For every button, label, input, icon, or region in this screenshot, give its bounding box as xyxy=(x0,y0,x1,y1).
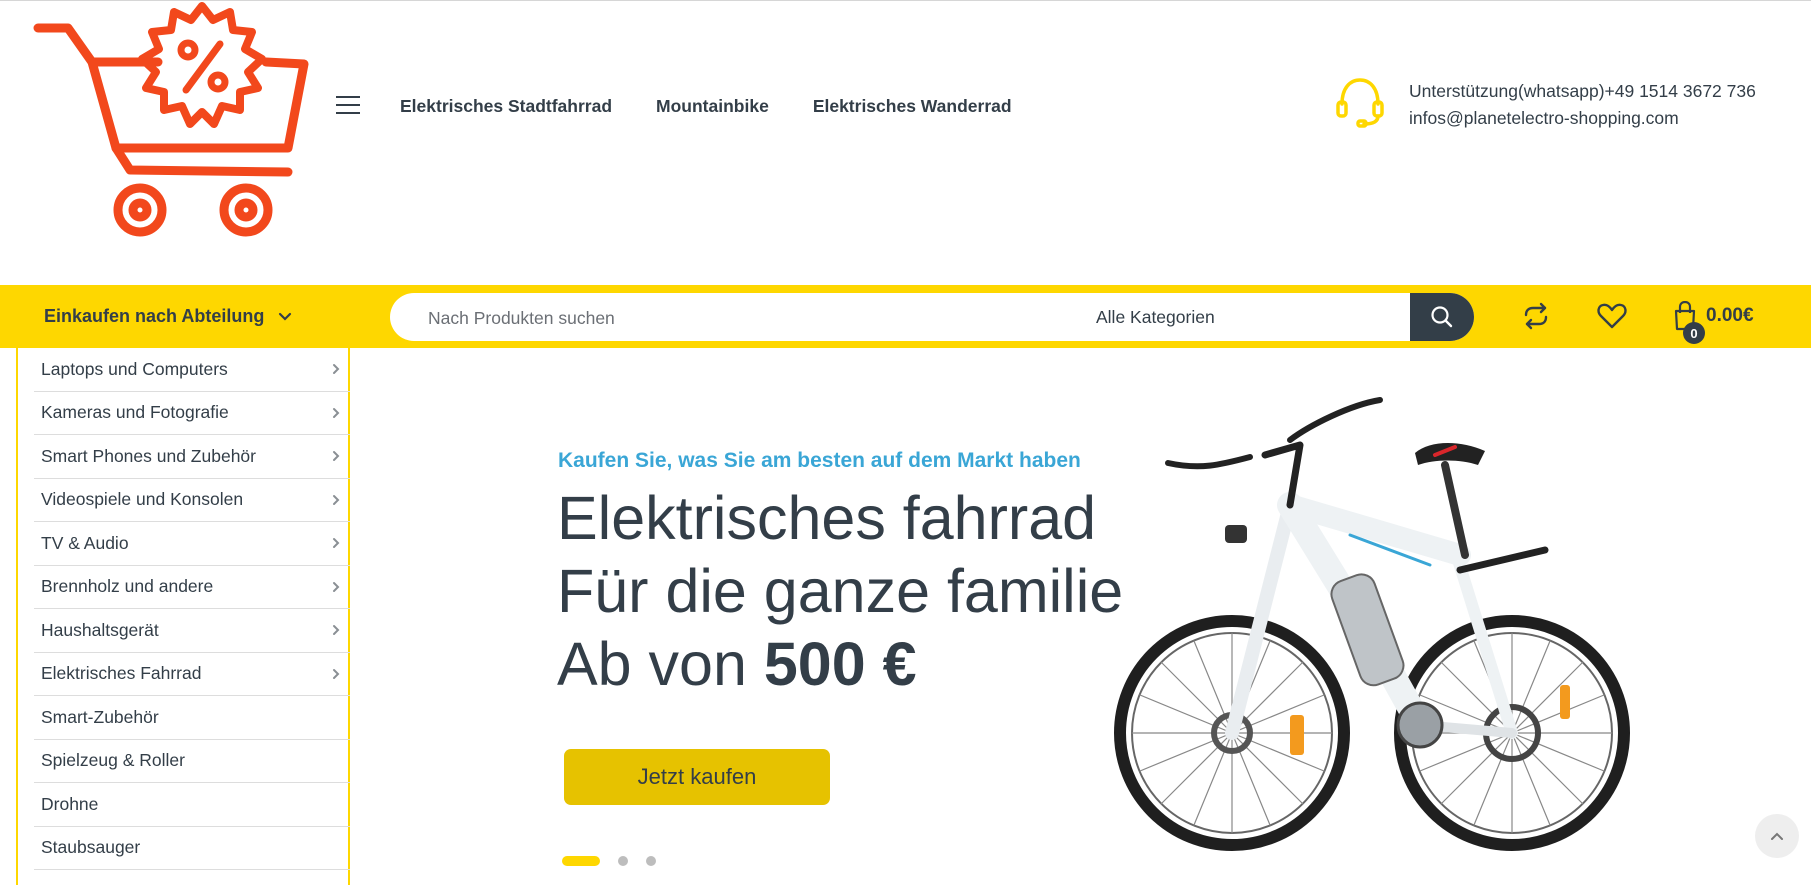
department-dropdown[interactable]: Einkaufen nach Abteilung xyxy=(44,285,292,348)
hero-price-prefix: Ab von xyxy=(557,630,747,698)
chevron-right-icon xyxy=(333,538,340,549)
slider-dot[interactable] xyxy=(646,856,656,866)
support-phone[interactable]: Unterstützung(whatsapp)+49 1514 3672 736 xyxy=(1409,78,1756,105)
sidebar-item[interactable]: Videospiele und Konsolen xyxy=(34,479,350,522)
sidebar-item[interactable]: Elektrisches Fahrrad xyxy=(34,653,350,696)
sidebar-item[interactable]: Drohne xyxy=(34,783,350,827)
sidebar-item-label: Elektrisches Fahrrad xyxy=(41,663,202,684)
chevron-right-icon xyxy=(333,581,340,592)
category-list: Laptops und Computers Kameras und Fotogra… xyxy=(34,348,350,870)
search-bar-row: Einkaufen nach Abteilung Alle Kategorien xyxy=(0,285,1811,348)
category-selected: Alle Kategorien xyxy=(1096,306,1215,327)
chevron-right-icon xyxy=(333,668,340,679)
chevron-right-icon xyxy=(333,364,340,375)
scroll-to-top-button[interactable] xyxy=(1755,814,1799,858)
sidebar-item[interactable]: Staubsauger xyxy=(34,827,350,870)
electric-bike-image xyxy=(1114,397,1630,851)
sidebar-item-label: Laptops und Computers xyxy=(41,358,228,379)
support-contact: Unterstützung(whatsapp)+49 1514 3672 736… xyxy=(1409,78,1756,132)
compare-icon[interactable] xyxy=(1522,302,1550,330)
cart-total[interactable]: 0.00€ xyxy=(1706,305,1754,327)
shopping-cart-percent-logo[interactable] xyxy=(30,0,310,245)
department-label: Einkaufen nach Abteilung xyxy=(44,306,265,326)
hero-title-line2: Für die ganze familie xyxy=(557,557,1124,625)
sidebar-item-label: TV & Audio xyxy=(41,532,129,553)
hero-title-line1: Elektrisches fahrrad xyxy=(557,484,1097,552)
sidebar-item-label: Kameras und Fotografie xyxy=(41,402,229,423)
sidebar-item-label: Smart Phones und Zubehör xyxy=(41,445,256,466)
hero-subtitle: Kaufen Sie, was Sie am besten auf dem Ma… xyxy=(558,449,1081,472)
sidebar-item-label: Brennholz und andere xyxy=(41,576,214,597)
search-input[interactable] xyxy=(426,293,1030,343)
nav-link-stadtfahrrad[interactable]: Elektrisches Stadtfahrrad xyxy=(400,96,612,117)
slider-dot[interactable] xyxy=(562,856,600,866)
sidebar-item-label: Spielzeug & Roller xyxy=(41,750,185,771)
nav-link-mountainbike[interactable]: Mountainbike xyxy=(656,96,769,117)
shop-now-button[interactable]: Jetzt kaufen xyxy=(564,749,830,805)
hero-price: 500 € xyxy=(763,630,917,698)
sidebar-item-label: Staubsauger xyxy=(41,837,141,858)
support-email[interactable]: infos@planetelectro-shopping.com xyxy=(1409,105,1756,132)
chevron-right-icon xyxy=(333,494,340,505)
sidebar-item[interactable]: Smart-Zubehör xyxy=(34,696,350,740)
sidebar-item-label: Videospiele und Konsolen xyxy=(41,489,244,510)
category-sidebar: Laptops und Computers Kameras und Fotogra… xyxy=(16,348,350,885)
sidebar-item-label: Smart-Zubehör xyxy=(41,706,159,727)
headset-icon xyxy=(1336,78,1384,128)
sidebar-item[interactable]: Kameras und Fotografie xyxy=(34,392,350,435)
sidebar-item[interactable]: Smart Phones und Zubehör xyxy=(34,435,350,479)
hero-title-line3: Ab von 500 € xyxy=(557,628,1123,701)
search-form: Alle Kategorien xyxy=(390,293,1474,343)
sidebar-item[interactable]: Brennholz und andere xyxy=(34,566,350,609)
chevron-right-icon xyxy=(333,451,340,462)
nav-link-wanderrad[interactable]: Elektrisches Wanderrad xyxy=(813,96,1012,117)
main-nav: Elektrisches Stadtfahrrad Mountainbike E… xyxy=(400,96,1012,117)
sidebar-item[interactable]: Haushaltsgerät xyxy=(34,609,350,653)
search-icon xyxy=(1431,306,1453,328)
slider-dot[interactable] xyxy=(618,856,628,866)
hamburger-icon[interactable] xyxy=(336,96,360,118)
cart-count-badge: 0 xyxy=(1683,322,1705,344)
chevron-right-icon xyxy=(333,625,340,636)
search-button[interactable] xyxy=(1410,293,1474,341)
sidebar-item-label: Drohne xyxy=(41,793,99,814)
heart-icon[interactable] xyxy=(1597,302,1627,330)
sidebar-item[interactable]: TV & Audio xyxy=(34,522,350,566)
sidebar-item[interactable]: Spielzeug & Roller xyxy=(34,740,350,783)
chevron-down-icon xyxy=(279,312,292,321)
sidebar-item-label: Haushaltsgerät xyxy=(41,619,159,640)
chevron-right-icon xyxy=(333,407,340,418)
sidebar-item[interactable]: Laptops und Computers xyxy=(34,348,350,392)
arrow-up-icon xyxy=(1771,832,1783,840)
hero-title: Elektrisches fahrrad Für die ganze famil… xyxy=(557,482,1123,701)
slider-dots xyxy=(562,856,656,866)
